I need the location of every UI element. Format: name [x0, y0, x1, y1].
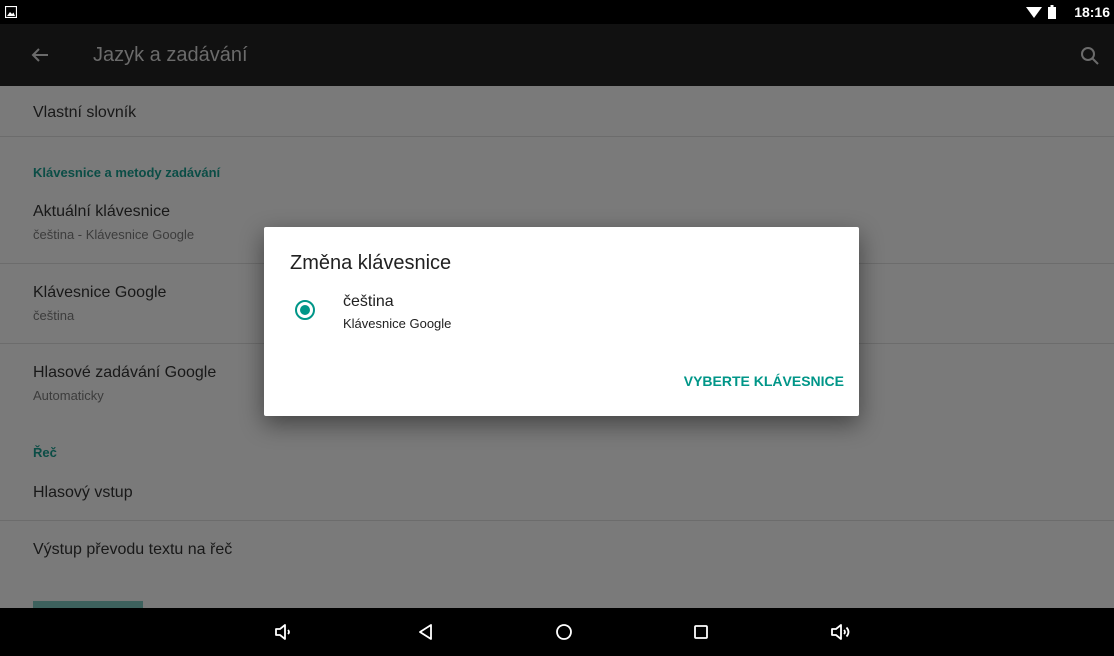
- pref-title: Výstup převodu textu na řeč: [33, 541, 233, 558]
- pref-title: Hlasové zadávání Google: [33, 364, 217, 381]
- radio-dot: [300, 305, 310, 315]
- category-speech: Řeč: [33, 445, 57, 460]
- search-icon[interactable]: [1080, 46, 1100, 66]
- wifi-icon: [1026, 7, 1042, 18]
- volume-down-icon[interactable]: [272, 620, 296, 644]
- change-keyboard-dialog: Změna klávesnice čeština Klávesnice Goog…: [264, 227, 859, 416]
- dialog-title: Změna klávesnice: [290, 252, 452, 274]
- navigation-bar: [0, 608, 1114, 656]
- pref-summary: čeština - Klávesnice Google: [33, 227, 195, 242]
- recents-icon[interactable]: [689, 620, 713, 644]
- pref-voice-input[interactable]: Hlasový vstup: [0, 466, 1114, 521]
- status-bar: 18:16: [0, 0, 1114, 24]
- pref-tts-output[interactable]: Výstup převodu textu na řeč: [0, 521, 1114, 581]
- back-arrow-icon[interactable]: [28, 43, 52, 67]
- radio-button-selected[interactable]: [295, 300, 315, 320]
- volume-up-icon[interactable]: [829, 620, 853, 644]
- option-title: čeština: [343, 293, 394, 310]
- category-keyboards: Klávesnice a metody zadávání: [33, 165, 221, 180]
- keyboard-option-czech[interactable]: čeština Klávesnice Google: [264, 289, 859, 339]
- pref-title: Klávesnice Google: [33, 284, 167, 301]
- battery-icon: [1048, 5, 1056, 19]
- choose-keyboards-button[interactable]: VYBERTE KLÁVESNICE: [664, 363, 844, 399]
- app-bar: Jazyk a zadávání: [0, 24, 1114, 86]
- pref-summary: Automaticky: [33, 388, 104, 403]
- pref-summary: čeština: [33, 308, 75, 323]
- pref-title: Vlastní slovník: [33, 104, 137, 121]
- partial-category-peek: [33, 601, 143, 608]
- notification-image-icon: [5, 6, 17, 18]
- back-icon[interactable]: [414, 620, 438, 644]
- pref-custom-dictionary[interactable]: Vlastní slovník: [0, 86, 1114, 137]
- pref-title: Aktuální klávesnice: [33, 203, 170, 220]
- page-title: Jazyk a zadávání: [93, 44, 248, 66]
- pref-title: Hlasový vstup: [33, 484, 133, 501]
- option-subtitle: Klávesnice Google: [343, 316, 452, 331]
- home-icon[interactable]: [552, 620, 576, 644]
- clock: 18:16: [1074, 4, 1110, 20]
